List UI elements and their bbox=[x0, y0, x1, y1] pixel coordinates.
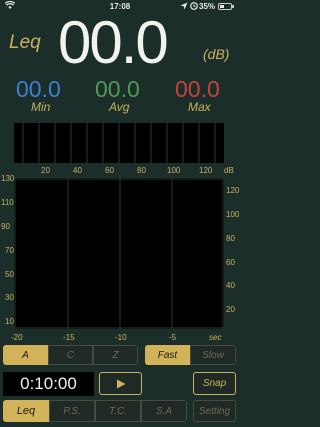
fast-button[interactable]: Fast bbox=[145, 345, 190, 365]
min-value: 00.0 bbox=[16, 76, 61, 102]
meter-unit: (dB) bbox=[203, 46, 230, 62]
y-tick-right: 100 bbox=[226, 210, 240, 219]
x-tick: -20 bbox=[11, 333, 23, 342]
mode-tabs: Leq P.S. T.C. S.A bbox=[3, 400, 187, 422]
battery-icon bbox=[218, 3, 234, 10]
y-tick-right: 60 bbox=[226, 258, 235, 267]
mini-unit-label: dB bbox=[224, 166, 234, 175]
play-button[interactable] bbox=[99, 372, 142, 395]
x-tick: -15 bbox=[63, 333, 75, 342]
y-tick-left: 110 bbox=[1, 198, 14, 207]
y-tick-right: 120 bbox=[226, 186, 240, 195]
y-tick-right: 20 bbox=[226, 305, 235, 314]
weighting-z-button[interactable]: Z bbox=[93, 345, 138, 365]
y-tick-left: 10 bbox=[5, 317, 14, 326]
play-icon bbox=[116, 379, 125, 388]
max-value: 00.0 bbox=[175, 76, 220, 102]
timer-display[interactable]: 0:10:00 bbox=[3, 372, 94, 396]
mini-tick-label: 80 bbox=[137, 166, 146, 175]
meter-mode-label: Leq bbox=[9, 32, 41, 53]
weighting-c-button[interactable]: C bbox=[48, 345, 93, 365]
y-tick-left: 90 bbox=[1, 222, 10, 231]
min-label: Min bbox=[31, 100, 51, 114]
mini-tick-label: 20 bbox=[41, 166, 50, 175]
x-tick: -10 bbox=[115, 333, 127, 342]
mini-tick-label: 100 bbox=[167, 166, 181, 175]
setting-button[interactable]: Setting bbox=[193, 400, 236, 422]
max-label: Max bbox=[188, 100, 211, 114]
alarm-icon bbox=[190, 2, 198, 12]
tab-leq[interactable]: Leq bbox=[3, 400, 49, 422]
y-tick-right: 80 bbox=[226, 234, 235, 243]
y-tick-left: 30 bbox=[5, 293, 14, 302]
location-icon bbox=[180, 2, 188, 12]
response-control: Fast Slow bbox=[145, 345, 236, 365]
mini-tick-label: 40 bbox=[73, 166, 82, 175]
weighting-control: A C Z bbox=[3, 345, 138, 365]
y-tick-right: 40 bbox=[226, 281, 235, 290]
mini-tick-label: 60 bbox=[105, 166, 114, 175]
battery-percent: 35% bbox=[199, 2, 216, 11]
x-unit-label: sec bbox=[209, 333, 222, 342]
avg-label: Avg bbox=[109, 100, 130, 114]
history-plot bbox=[14, 178, 224, 329]
tab-sa[interactable]: S.A bbox=[141, 400, 187, 422]
y-tick-left: 130 bbox=[1, 174, 15, 183]
tab-tc[interactable]: T.C. bbox=[95, 400, 141, 422]
avg-value: 00.0 bbox=[95, 76, 140, 102]
tab-ps[interactable]: P.S. bbox=[49, 400, 95, 422]
weighting-a-button[interactable]: A bbox=[3, 345, 48, 365]
slow-button[interactable]: Slow bbox=[190, 345, 236, 365]
snap-button[interactable]: Snap bbox=[193, 372, 236, 395]
x-tick: -5 bbox=[169, 333, 177, 342]
y-tick-left: 50 bbox=[5, 270, 14, 279]
level-bar-graph bbox=[14, 123, 224, 163]
mini-tick-label: 120 bbox=[199, 166, 213, 175]
meter-value: 00.0 bbox=[58, 9, 169, 76]
y-tick-left: 70 bbox=[5, 246, 14, 255]
